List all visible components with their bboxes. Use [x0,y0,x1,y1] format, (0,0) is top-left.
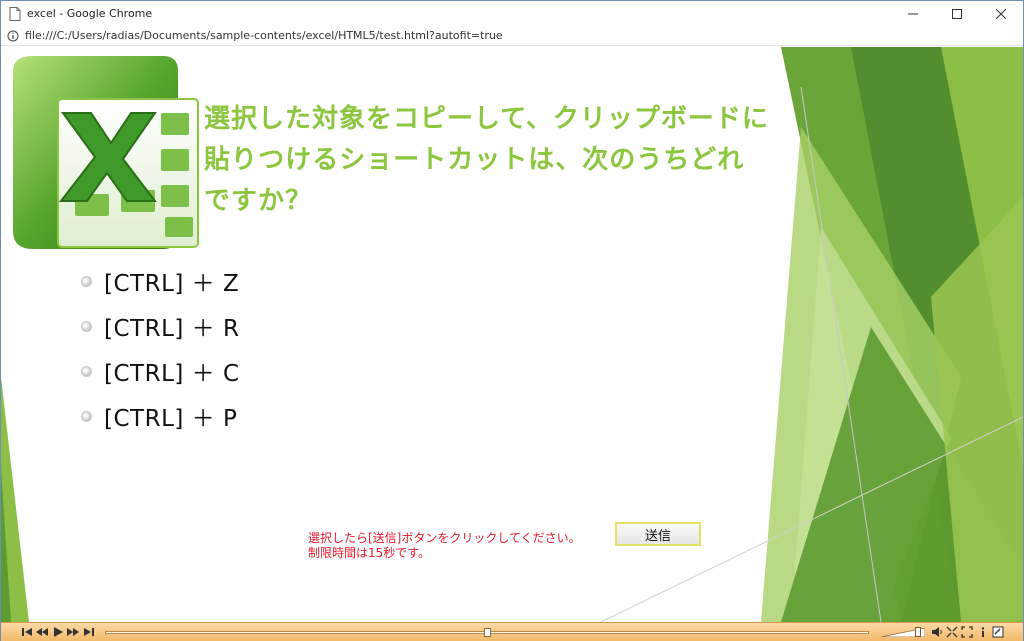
close-icon [996,8,1006,19]
close-button[interactable] [979,1,1023,26]
player-control-bar [1,622,1023,641]
question-line: 選択した対象をコピーして、クリップボードに [204,104,769,134]
play-icon[interactable] [52,626,64,638]
instruction-line: 選択したら[送信]ボタンをクリックしてください。 [308,531,581,545]
minimize-icon [908,13,918,14]
answer-option-label: [CTRL] ＋ P [104,406,238,432]
answer-option-label: [CTRL] ＋ Z [104,271,240,297]
document-icon [9,6,21,21]
maximize-icon [952,8,962,19]
answer-option-2[interactable]: [CTRL] ＋ R [81,308,239,344]
radio-button[interactable] [81,275,92,287]
question-line: ですか？ [204,186,313,216]
radio-button[interactable] [81,320,92,332]
answer-option-1[interactable]: [CTRL] ＋ Z [81,263,239,299]
skip-to-end-icon[interactable] [83,626,95,638]
fullscreen-icon[interactable] [961,626,973,638]
shrink-icon[interactable] [946,626,958,638]
minimize-button[interactable] [891,1,935,26]
maximize-button[interactable] [935,1,979,26]
notes-icon[interactable] [992,626,1004,638]
title-bar: excel - Google Chrome [1,1,1023,26]
rewind-icon[interactable] [36,626,48,638]
url-text[interactable]: file:///C:/Users/radias/Documents/sample… [25,29,503,42]
window-title: excel - Google Chrome [27,7,153,20]
submit-button[interactable]: 送信 [615,522,701,546]
fast-forward-icon[interactable] [67,626,79,638]
question-line: 貼りつけるショートカットは、次のうちどれ [204,145,745,175]
volume-thumb[interactable] [915,627,922,637]
excel-logo-icon [13,56,199,249]
browser-window: excel - Google Chrome file:///C:/Users/r… [0,0,1024,641]
info-icon[interactable] [977,626,989,638]
instruction-text: 選択したら[送信]ボタンをクリックしてください。 制限時間は15秒です。 [308,531,581,561]
address-bar[interactable]: file:///C:/Users/radias/Documents/sample… [1,26,1023,46]
answer-option-label: [CTRL] ＋ C [104,361,240,387]
seek-thumb[interactable] [484,628,491,637]
instruction-line: 制限時間は15秒です。 [308,546,431,560]
quiz-slide: 選択した対象をコピーして、クリップボードに 貼りつけるショートカットは、次のうち… [1,47,1023,622]
radio-button[interactable] [81,365,92,377]
info-icon[interactable] [7,30,19,42]
radio-button[interactable] [81,410,92,422]
answer-option-3[interactable]: [CTRL] ＋ C [81,353,240,389]
answer-option-label: [CTRL] ＋ R [104,316,240,342]
skip-to-start-icon[interactable] [21,626,33,638]
answer-option-4[interactable]: [CTRL] ＋ P [81,398,237,434]
window-controls [891,1,1023,26]
question-text: 選択した対象をコピーして、クリップボードに 貼りつけるショートカットは、次のうち… [204,99,824,222]
speaker-icon[interactable] [931,626,943,638]
